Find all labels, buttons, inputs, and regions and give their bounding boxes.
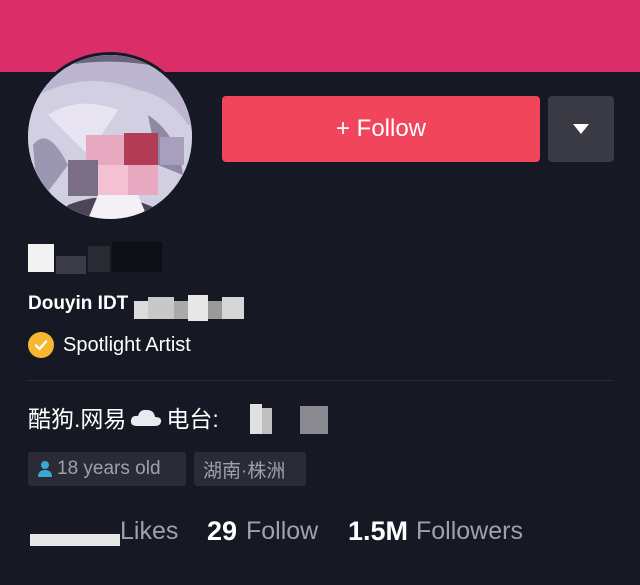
nickname-redacted [28, 238, 168, 274]
followers-count[interactable]: 1.5M [348, 516, 408, 547]
bio-text-1: 酷狗.网易 [28, 406, 127, 432]
following-label[interactable]: Follow [246, 517, 318, 546]
stats-row: Likes 29 Follow 1.5M Followers [28, 512, 628, 552]
follow-button[interactable]: + Follow [222, 96, 540, 162]
cloud-icon [131, 409, 162, 426]
caret-down-icon [573, 124, 589, 134]
location-label: 湖南·株洲 [203, 460, 286, 482]
following-count[interactable]: 29 [207, 516, 237, 547]
likes-label[interactable]: Likes [120, 517, 178, 546]
age-label: 18 years old [57, 458, 161, 479]
verified-badge: Spotlight Artist [28, 332, 191, 358]
age-tag: 18 years old [28, 452, 186, 486]
person-icon [38, 461, 52, 477]
location-tag: 湖南·株洲 [194, 452, 306, 486]
bio: 酷狗.网易 电台: [28, 400, 219, 434]
douyin-id-label: Douyin IDT [28, 293, 129, 314]
follow-button-label: + Follow [335, 115, 427, 142]
followers-label[interactable]: Followers [416, 517, 523, 546]
more-options-button[interactable] [548, 96, 614, 162]
divider [28, 380, 612, 381]
douyin-id-redacted [134, 295, 246, 321]
check-badge-icon [28, 332, 54, 358]
avatar[interactable] [25, 52, 195, 222]
bio-redacted-2 [300, 404, 328, 434]
bio-text-2: 电台: [166, 406, 219, 432]
badge-label: Spotlight Artist [63, 333, 191, 356]
bio-redacted-1 [250, 404, 272, 434]
avatar-image [28, 55, 192, 219]
